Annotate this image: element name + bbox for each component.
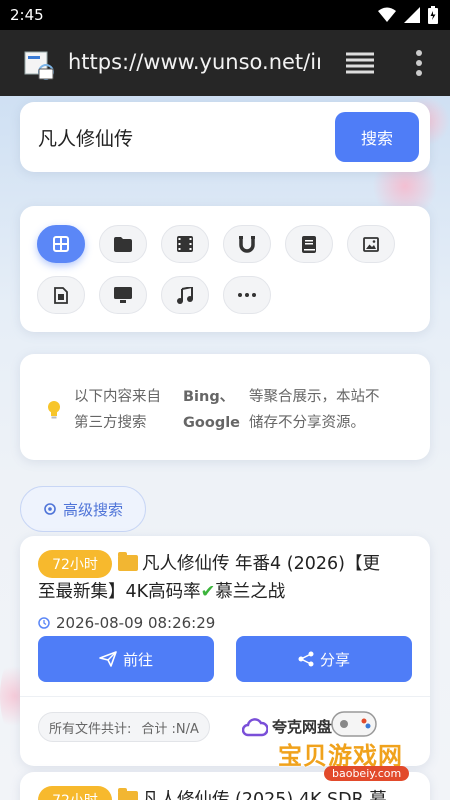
result-title-line1: 凡人修仙传 (2025) 4K SDR 幕 xyxy=(142,790,387,800)
notice-col3: 等聚合展示，本站不 储存不分享资源。 xyxy=(249,384,380,436)
watermark-url: baobeiy.com xyxy=(324,766,410,781)
freshness-badge: 72小时 xyxy=(38,550,112,578)
all-icon xyxy=(53,236,69,252)
folder-icon xyxy=(118,552,138,571)
notice-col2: Bing、 Google xyxy=(183,384,240,436)
advanced-search-label: 高级搜索 xyxy=(62,500,123,519)
search-card: 凡人修仙传 搜索 xyxy=(20,102,430,172)
search-button[interactable]: 搜索 xyxy=(335,112,419,162)
signal-icon xyxy=(404,7,420,23)
tabs-icon[interactable] xyxy=(344,50,376,76)
battery-icon xyxy=(428,6,438,24)
category-image-button[interactable] xyxy=(347,225,395,263)
notice-line: 等聚合展示，本站不 xyxy=(249,389,380,405)
notice-line: 第三方搜索 xyxy=(74,415,147,431)
result-time-text: 2026-08-09 08:26:29 xyxy=(56,614,216,632)
result-title-line2-end: 慕兰之战 xyxy=(215,582,286,602)
category-filter-card xyxy=(20,206,430,332)
category-book-button[interactable] xyxy=(285,225,333,263)
file-total-pill: 所有文件共计: 合计 :N/A xyxy=(38,712,210,742)
site-lock-icon[interactable] xyxy=(24,50,54,80)
url-field[interactable]: https://www.yunso.net/in xyxy=(68,50,320,74)
category-tv-button[interactable] xyxy=(99,276,147,314)
status-icons xyxy=(378,6,438,24)
clock-icon xyxy=(38,617,50,629)
divider xyxy=(20,696,430,697)
lightbulb-icon xyxy=(48,401,60,419)
result-time: 2026-08-09 08:26:29 xyxy=(38,614,215,632)
go-label: 前往 xyxy=(122,650,153,669)
wifi-icon xyxy=(378,7,396,22)
category-magnet-button[interactable] xyxy=(223,225,271,263)
go-button[interactable]: 前往 xyxy=(38,636,214,682)
overflow-menu-icon[interactable] xyxy=(414,48,424,78)
image-icon xyxy=(363,236,379,252)
result-title[interactable]: 凡人修仙传 年番4 (2026)【更 xyxy=(118,550,418,578)
notice-source-bing: Bing、 xyxy=(183,389,235,405)
music-icon xyxy=(177,286,193,304)
check-mark-icon: ✔ xyxy=(200,582,216,602)
web-page: 凡人修仙传 搜索 以下内容来自 第三方搜索 Bing、 Google 等聚合展示… xyxy=(0,96,450,800)
file-total-value: 合计 :N/A xyxy=(141,721,199,737)
result-title-cont[interactable]: 至最新集】4K高码率✔慕兰之战 xyxy=(38,578,418,606)
notice-col1: 以下内容来自 第三方搜索 xyxy=(74,384,161,436)
category-video-button[interactable] xyxy=(161,225,209,263)
category-document-button[interactable] xyxy=(37,276,85,314)
folder-icon xyxy=(118,788,138,800)
share-label: 分享 xyxy=(319,650,350,669)
category-all-button[interactable] xyxy=(37,225,85,263)
folder-icon xyxy=(114,236,132,252)
book-icon xyxy=(302,235,316,253)
result-title-line1: 凡人修仙传 年番4 (2026)【更 xyxy=(142,554,380,574)
freshness-badge: 72小时 xyxy=(38,786,112,800)
magnet-icon xyxy=(239,235,255,253)
advanced-search-button[interactable]: 高级搜索 xyxy=(20,486,146,532)
browser-toolbar: https://www.yunso.net/in xyxy=(0,30,450,96)
notice-line: 储存不分享资源。 xyxy=(249,415,365,431)
category-more-button[interactable] xyxy=(223,276,271,314)
notice-card: 以下内容来自 第三方搜索 Bing、 Google 等聚合展示，本站不 储存不分… xyxy=(20,354,430,460)
result-title-line2: 至最新集】4K高码率 xyxy=(38,582,201,602)
search-input[interactable]: 凡人修仙传 xyxy=(38,124,133,151)
more-icon xyxy=(238,293,256,297)
video-icon xyxy=(177,236,193,252)
document-icon xyxy=(54,286,68,304)
notice-line: 以下内容来自 xyxy=(74,389,161,405)
gear-icon xyxy=(44,503,56,515)
share-icon xyxy=(298,651,314,667)
share-button[interactable]: 分享 xyxy=(236,636,412,682)
category-music-button[interactable] xyxy=(161,276,209,314)
file-total-label: 所有文件共计: xyxy=(49,721,132,737)
watermark: 宝贝游戏网 baobeiy.com xyxy=(268,700,448,790)
notice-source-google: Google xyxy=(183,415,241,431)
tv-icon xyxy=(114,287,132,303)
quark-cloud-icon xyxy=(242,717,268,736)
send-icon xyxy=(99,651,117,667)
status-bar: 2:45 xyxy=(0,0,450,30)
status-time: 2:45 xyxy=(10,6,44,24)
category-folder-button[interactable] xyxy=(99,225,147,263)
